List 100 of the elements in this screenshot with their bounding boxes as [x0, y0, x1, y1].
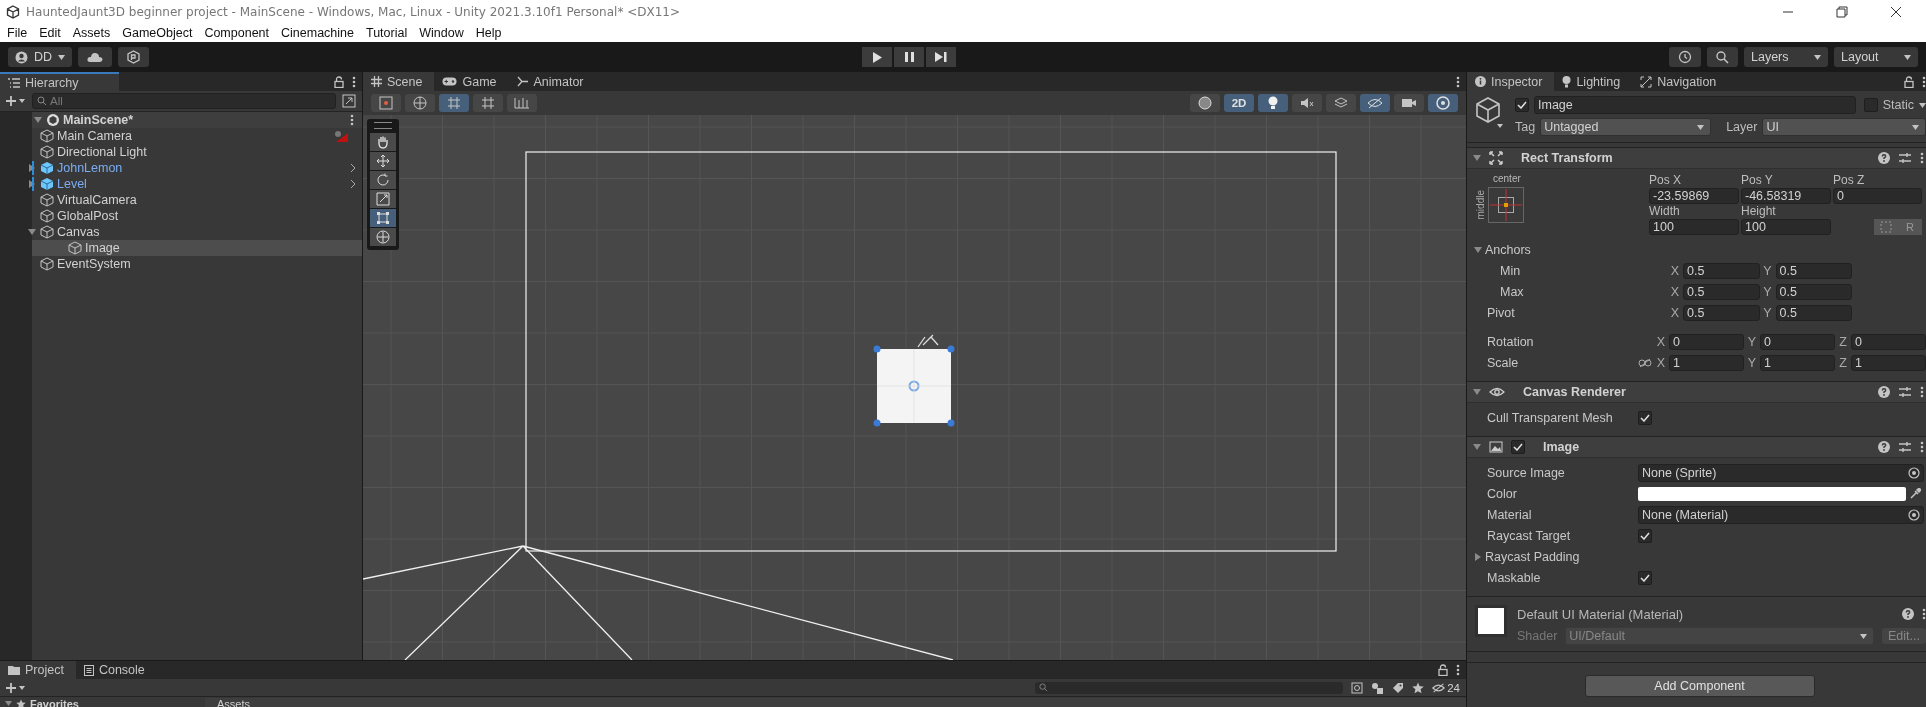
collapsed-arrow-icon[interactable] [1474, 552, 1482, 561]
move-tool-button[interactable] [370, 152, 396, 170]
hidden-packages-toggle[interactable]: 24 [1432, 681, 1460, 694]
hierarchy-item[interactable]: JohnLemon [0, 160, 362, 176]
scale-tool-button[interactable] [370, 190, 396, 208]
tag-icon[interactable] [1392, 681, 1405, 694]
menu-item[interactable]: Help [475, 25, 502, 40]
property-foldout[interactable]: Raycast Padding [1467, 549, 1638, 564]
object-picker-icon[interactable] [1908, 508, 1920, 521]
layers-dropdown[interactable]: Layers [1744, 47, 1828, 67]
layout-dropdown[interactable]: Layout [1834, 47, 1918, 67]
grid-snap-toggle[interactable] [439, 94, 469, 112]
anchor-field[interactable]: 0.5 [1775, 283, 1852, 300]
anchor-field[interactable]: 0.5 [1775, 262, 1852, 279]
inspector-tab[interactable]: Navigation [1632, 72, 1729, 91]
ui-image-drawing[interactable] [873, 334, 955, 427]
assets-breadcrumb[interactable]: Assets [205, 697, 1466, 707]
color-swatch[interactable] [1638, 486, 1906, 501]
scene-view-tab[interactable]: Game [434, 72, 509, 91]
broken-link-icon[interactable] [1638, 357, 1652, 368]
help-icon[interactable] [1878, 441, 1890, 453]
rotation-field[interactable]: 0 [1851, 333, 1926, 350]
mode-toggle[interactable]: 2D [1224, 94, 1254, 112]
search-button[interactable] [1707, 47, 1738, 67]
component-header[interactable]: Canvas Renderer [1467, 381, 1926, 403]
hierarchy-item[interactable]: VirtualCamera [0, 192, 362, 208]
scene-row[interactable]: MainScene* [32, 112, 362, 128]
star-icon[interactable] [1412, 681, 1425, 694]
hierarchy-item[interactable]: GlobalPost [0, 208, 362, 224]
menu-item[interactable]: Tutorial [366, 25, 408, 40]
help-icon[interactable] [1902, 608, 1914, 620]
favorites-header[interactable]: Favorites [0, 697, 205, 707]
scene-view-tab[interactable]: Scene [363, 72, 435, 91]
more-icon[interactable] [1456, 664, 1460, 676]
effects-toggle[interactable] [1326, 94, 1356, 112]
expanded-arrow-icon[interactable] [1473, 154, 1481, 162]
rotation-field[interactable]: 0 [1760, 333, 1835, 350]
cloud-button[interactable] [78, 47, 113, 67]
hand-tool-button[interactable] [370, 133, 396, 151]
more-icon[interactable] [1920, 386, 1924, 398]
rotate-tool-button[interactable] [370, 171, 396, 189]
hierarchy-item[interactable]: Main Camera [0, 128, 362, 144]
open-window-icon[interactable] [342, 94, 356, 108]
help-icon[interactable] [1878, 152, 1890, 164]
more-icon[interactable] [352, 75, 356, 88]
property-checkbox[interactable] [1638, 570, 1652, 585]
hierarchy-item[interactable]: EventSystem [0, 256, 362, 272]
component-enabled-checkbox[interactable] [1511, 440, 1525, 454]
scale-field[interactable]: 1 [1851, 354, 1926, 371]
more-icon[interactable] [1920, 152, 1924, 164]
light-toggle[interactable] [1258, 94, 1288, 112]
more-icon[interactable] [1922, 75, 1926, 88]
scale-field[interactable]: 1 [1669, 354, 1744, 371]
menu-item[interactable]: Cinemachine [281, 25, 354, 40]
menu-item[interactable]: Window [419, 25, 464, 40]
gizmos-toggle[interactable] [1428, 94, 1458, 112]
search-field[interactable] [1035, 681, 1344, 694]
play-button[interactable] [862, 47, 893, 67]
size-field[interactable]: 100 [1741, 219, 1831, 235]
global-toggle[interactable] [405, 94, 435, 112]
sliders-icon[interactable] [1898, 386, 1912, 398]
gameobject-cube-icon[interactable] [1475, 96, 1505, 130]
rect-tool-button[interactable] [370, 209, 396, 227]
pivot-field[interactable]: 0.5 [1775, 304, 1852, 321]
ruler-toggle[interactable] [507, 94, 537, 112]
create-button[interactable] [6, 95, 26, 107]
sliders-icon[interactable] [1898, 152, 1912, 164]
close-icon[interactable] [1890, 5, 1902, 18]
active-checkbox[interactable] [1515, 98, 1529, 112]
position-field[interactable]: -46.58319 [1741, 188, 1831, 204]
shading-toggle[interactable] [1190, 94, 1220, 112]
object-field[interactable]: None (Material) [1638, 505, 1924, 524]
audio-toggle[interactable] [1292, 94, 1322, 112]
position-field[interactable]: 0 [1833, 188, 1922, 204]
hierarchy-item[interactable]: Image [32, 240, 362, 256]
anchor-preset-button[interactable] [1488, 187, 1524, 223]
palette-grip[interactable] [374, 122, 392, 129]
pause-button[interactable] [894, 47, 925, 67]
lock-icon[interactable] [1438, 664, 1448, 676]
tag-dropdown[interactable]: Untagged [1540, 118, 1712, 136]
add-component-button[interactable]: Add Component [1584, 675, 1815, 697]
menu-item[interactable]: Assets [72, 25, 111, 40]
lock-icon[interactable] [334, 75, 344, 88]
account-button[interactable]: DD [8, 47, 73, 67]
create-button[interactable] [6, 681, 26, 694]
component-header[interactable]: Rect Transform [1467, 147, 1926, 169]
menu-item[interactable]: Component [204, 25, 269, 40]
visibility-toggle[interactable] [1360, 94, 1390, 112]
anchors-foldout[interactable]: Anchors [1467, 242, 1638, 257]
hierarchy-item[interactable]: Level [0, 176, 362, 192]
layer-dropdown[interactable]: UI [1762, 118, 1926, 136]
expanded-arrow-icon[interactable] [33, 116, 42, 124]
expanded-arrow-icon[interactable] [27, 228, 36, 236]
inspector-tab[interactable]: Inspector [1467, 72, 1555, 91]
search-window-icon[interactable] [1351, 681, 1364, 694]
hierarchy-tab[interactable]: Hierarchy [0, 72, 119, 91]
static-checkbox[interactable] [1863, 98, 1878, 112]
rotation-field[interactable]: 0 [1669, 333, 1744, 350]
more-icon[interactable] [350, 114, 354, 126]
hierarchy-item[interactable]: Canvas [0, 224, 362, 240]
